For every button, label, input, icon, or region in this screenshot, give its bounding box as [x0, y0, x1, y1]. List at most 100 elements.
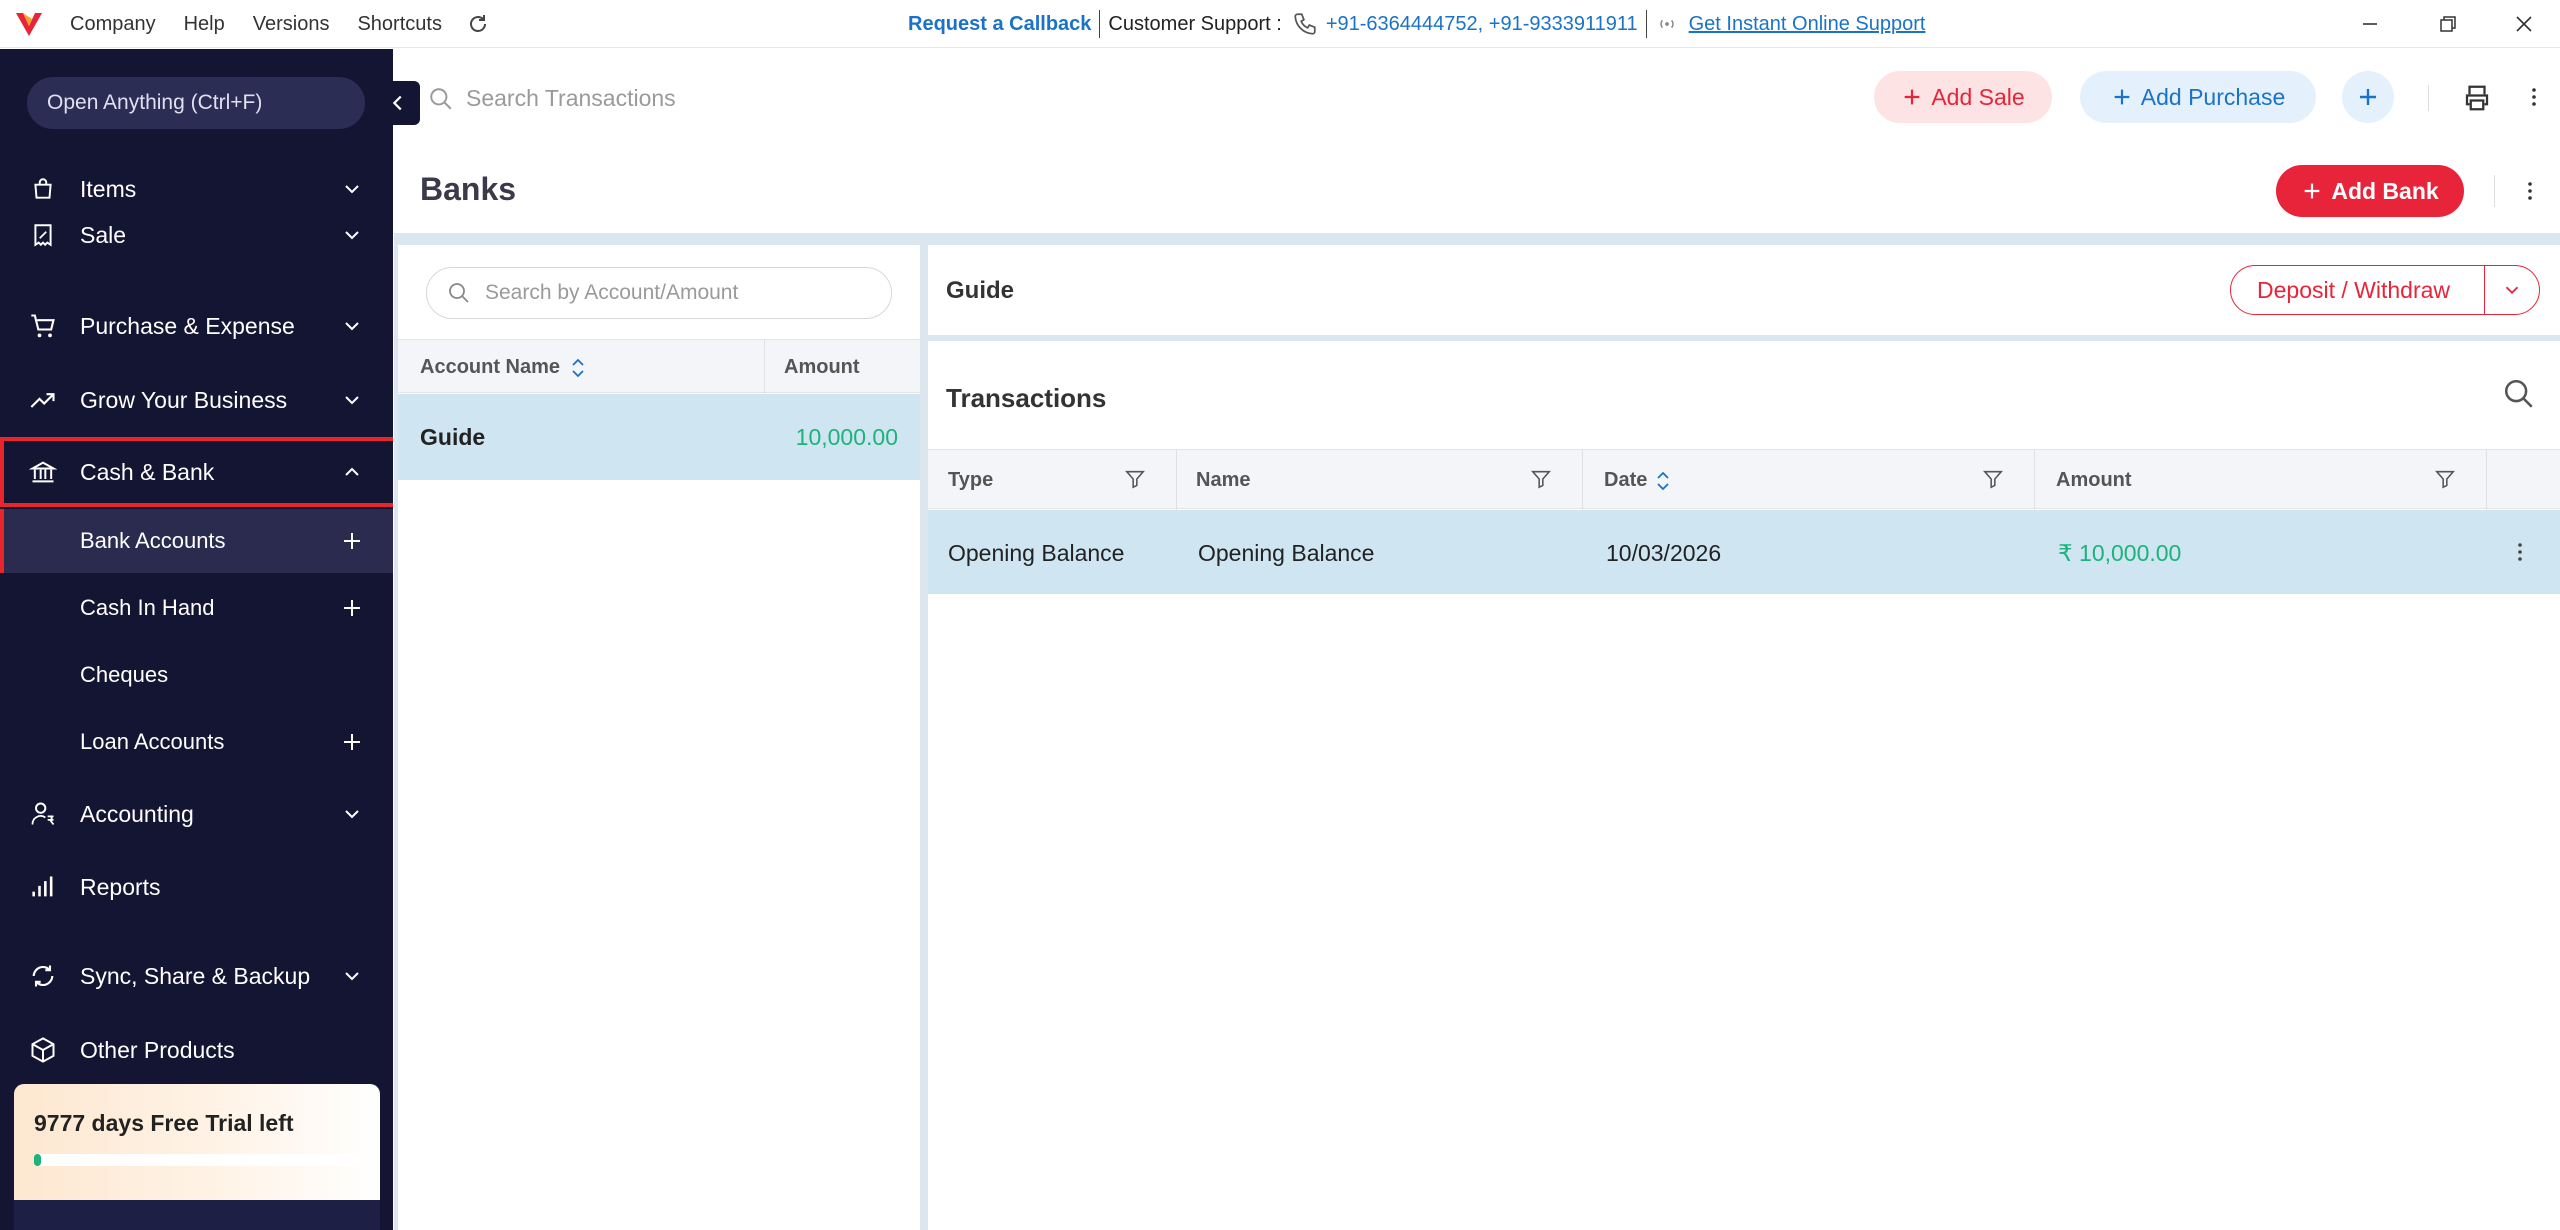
sidebar-item-label: Sync, Share & Backup	[80, 962, 311, 989]
sidebar-item-sale[interactable]: Sale	[0, 200, 393, 270]
transaction-row[interactable]: Opening Balance Opening Balance 10/03/20…	[928, 510, 2560, 594]
refresh-icon[interactable]	[466, 12, 490, 36]
close-button[interactable]	[2508, 8, 2540, 40]
sidebar-item-label: Other Products	[80, 1036, 235, 1063]
collapse-sidebar-button[interactable]	[376, 81, 420, 125]
menu-help[interactable]: Help	[184, 13, 225, 36]
page-title: Banks	[420, 171, 517, 207]
chevron-down-icon[interactable]	[2501, 279, 2523, 301]
plus-icon[interactable]	[340, 730, 364, 754]
accounts-panel: Search by Account/Amount Account Name Am…	[398, 245, 920, 1230]
search-icon	[449, 283, 469, 303]
divider	[2484, 266, 2485, 314]
sidebar-sub-label: Cash In Hand	[80, 595, 215, 620]
add-bank-button[interactable]: Add Bank	[2276, 165, 2464, 217]
account-detail-header: Guide Deposit / Withdraw	[928, 245, 2560, 335]
plus-icon	[2360, 89, 2376, 105]
chevron-down-icon	[345, 810, 359, 819]
broadcast-icon	[1659, 19, 1674, 29]
accounts-table-header: Account Name Amount	[398, 339, 920, 394]
chevron-down-icon	[345, 322, 359, 331]
chevron-up-icon	[345, 467, 359, 476]
user-rupee-icon	[28, 799, 58, 829]
restore-button[interactable]	[2432, 8, 2464, 40]
column-amount[interactable]: Amount	[784, 356, 860, 379]
trial-progress-fill	[34, 1154, 41, 1166]
menu-shortcuts[interactable]: Shortcuts	[357, 13, 441, 36]
request-callback-link[interactable]: Request a Callback	[908, 13, 1091, 36]
transactions-title: Transactions	[946, 383, 1107, 413]
search-icon[interactable]	[2502, 377, 2536, 411]
open-anything-search[interactable]: Open Anything (Ctrl+F)	[27, 77, 365, 129]
quick-add-button[interactable]	[2342, 71, 2394, 123]
transaction-date: 10/03/2026	[1606, 540, 1722, 566]
account-name: Guide	[420, 424, 486, 450]
column-date[interactable]: Date	[1604, 469, 1671, 492]
row-options-icon[interactable]	[2508, 540, 2532, 564]
divider	[2034, 450, 2035, 510]
sidebar: Open Anything (Ctrl+F) Items Sale Purcha…	[0, 49, 393, 1230]
divider	[764, 340, 765, 394]
sidebar-item-accounting[interactable]: Accounting	[0, 779, 393, 849]
transactions-panel: Transactions Type Name Date Amount Openi…	[928, 341, 2560, 1230]
free-trial-card[interactable]: 9777 days Free Trial left	[14, 1084, 380, 1230]
support-phones[interactable]: +91-6364444752, +91-9333911911	[1326, 13, 1638, 36]
sort-icon[interactable]	[570, 357, 586, 379]
filter-icon[interactable]	[2434, 468, 2456, 490]
print-icon[interactable]	[2462, 83, 2492, 113]
column-name[interactable]: Name	[1196, 469, 1250, 492]
more-options-icon[interactable]	[2522, 85, 2546, 109]
add-sale-label: Add Sale	[1931, 83, 2025, 110]
sidebar-item-purchase-expense[interactable]: Purchase & Expense	[0, 291, 393, 361]
menu-company[interactable]: Company	[70, 13, 156, 36]
add-purchase-label: Add Purchase	[2140, 83, 2286, 110]
menu-versions[interactable]: Versions	[253, 13, 330, 36]
sidebar-item-label: Cash & Bank	[80, 458, 215, 485]
divider	[2428, 85, 2429, 111]
sidebar-item-other-products[interactable]: Other Products	[0, 1015, 393, 1085]
sort-icon[interactable]	[1655, 470, 1671, 492]
account-search-input[interactable]: Search by Account/Amount	[426, 267, 892, 319]
column-amount[interactable]: Amount	[2056, 469, 2132, 492]
plus-icon	[2304, 183, 2320, 199]
account-row[interactable]: Guide 10,000.00	[398, 394, 920, 480]
column-account-name[interactable]: Account Name	[420, 356, 586, 379]
app-menu: Company Help Versions Shortcuts	[70, 0, 470, 48]
deposit-withdraw-button[interactable]: Deposit / Withdraw	[2230, 265, 2540, 315]
selected-account-name: Guide	[946, 277, 1015, 304]
sidebar-sub-cash-in-hand[interactable]: Cash In Hand	[0, 576, 393, 640]
divider	[1176, 450, 1177, 510]
search-transactions[interactable]: Search Transactions	[428, 85, 676, 112]
premium-banner[interactable]	[14, 1200, 380, 1230]
transactions-table-header: Type Name Date Amount	[928, 449, 2560, 510]
box-icon	[28, 1035, 58, 1065]
filter-icon[interactable]	[1530, 468, 1552, 490]
add-bank-label: Add Bank	[2331, 177, 2439, 204]
divider	[1582, 450, 1583, 510]
sidebar-item-grow-business[interactable]: Grow Your Business	[0, 365, 393, 435]
sidebar-sub-bank-accounts[interactable]: Bank Accounts	[0, 509, 393, 573]
transaction-amount: ₹ 10,000.00	[2058, 540, 2182, 566]
add-purchase-button[interactable]: Add Purchase	[2080, 71, 2316, 123]
plus-icon[interactable]	[340, 529, 364, 553]
plus-icon[interactable]	[340, 596, 364, 620]
more-options-icon[interactable]	[2518, 179, 2542, 203]
sidebar-item-sync-share-backup[interactable]: Sync, Share & Backup	[0, 941, 393, 1011]
sidebar-item-cash-bank[interactable]: Cash & Bank	[0, 437, 393, 507]
sidebar-sub-cheques[interactable]: Cheques	[0, 643, 393, 707]
minimize-button[interactable]	[2354, 8, 2386, 40]
filter-icon[interactable]	[1982, 468, 2004, 490]
sidebar-item-label: Grow Your Business	[80, 386, 288, 413]
transaction-type: Opening Balance	[948, 540, 1125, 566]
sidebar-item-label: Purchase & Expense	[80, 312, 295, 339]
column-type[interactable]: Type	[948, 469, 993, 492]
add-sale-button[interactable]: Add Sale	[1874, 71, 2052, 123]
online-support-link[interactable]: Get Instant Online Support	[1689, 13, 1926, 36]
column-label: Account Name	[420, 356, 561, 378]
sidebar-sub-loan-accounts[interactable]: Loan Accounts	[0, 710, 393, 774]
column-label: Date	[1604, 469, 1648, 491]
support-bar: Request a Callback Customer Support : +9…	[908, 0, 1925, 48]
cart-icon	[28, 311, 58, 341]
filter-icon[interactable]	[1124, 468, 1146, 490]
sidebar-item-reports[interactable]: Reports	[0, 852, 393, 922]
